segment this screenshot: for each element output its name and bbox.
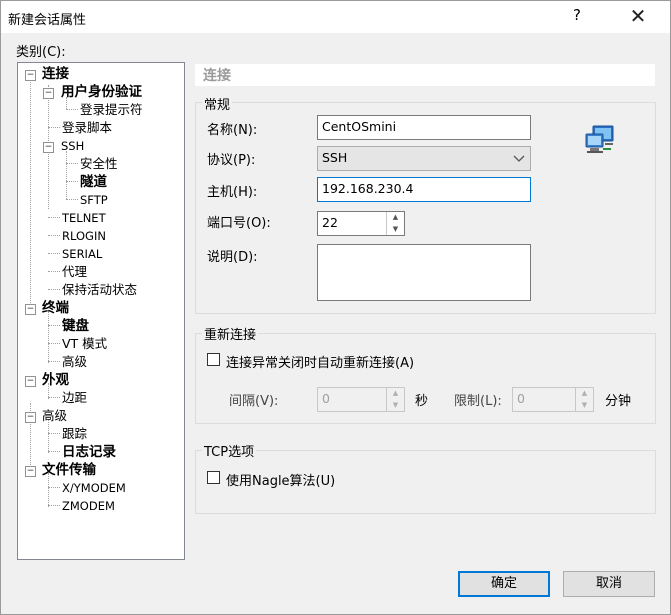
tree-item-logging[interactable]: 日志记录 bbox=[62, 443, 116, 461]
panel-header-bar bbox=[195, 64, 655, 86]
auto-reconnect-label[interactable]: 连接异常关闭时自动重新连接(A) bbox=[226, 352, 414, 371]
tree-item-keepalive[interactable]: 保持活动状态 bbox=[62, 281, 137, 299]
tree-item-trace[interactable]: 跟踪 bbox=[62, 425, 87, 443]
collapse-terminal-icon[interactable]: − bbox=[25, 304, 36, 315]
tree-item-xymodem[interactable]: X/YMODEM bbox=[62, 479, 126, 497]
tree-item-ssh[interactable]: SSH bbox=[61, 137, 84, 155]
tree-item-serial[interactable]: SERIAL bbox=[62, 245, 102, 263]
port-label: 端口号(O): bbox=[207, 216, 271, 231]
limit-label: 限制(L): bbox=[454, 394, 502, 409]
tree-item-connection[interactable]: 连接 bbox=[42, 65, 69, 83]
interval-unit: 秒 bbox=[415, 394, 429, 409]
limit-unit: 分钟 bbox=[605, 394, 632, 409]
tree-item-file-transfer[interactable]: 文件传输 bbox=[42, 461, 96, 479]
interval-label: 间隔(V): bbox=[229, 394, 279, 409]
tree-item-auth[interactable]: 用户身份验证 bbox=[61, 83, 142, 101]
nagle-checkbox[interactable] bbox=[207, 471, 220, 484]
chevron-down-icon bbox=[513, 149, 525, 170]
port-value: 22 bbox=[322, 215, 338, 230]
collapse-advanced-icon[interactable]: − bbox=[25, 412, 36, 423]
category-tree[interactable]: − 连接 − 用户身份验证 登录提示符 登录脚本 − SSH 安全性 隧道 SF… bbox=[17, 62, 185, 560]
collapse-appearance-icon[interactable]: − bbox=[25, 376, 36, 387]
reconnect-legend: 重新连接 bbox=[202, 324, 259, 343]
host-label: 主机(H): bbox=[207, 185, 258, 200]
tree-item-telnet[interactable]: TELNET bbox=[62, 209, 106, 227]
tree-item-keyboard[interactable]: 键盘 bbox=[62, 317, 89, 335]
tree-item-proxy[interactable]: 代理 bbox=[62, 263, 87, 281]
port-spinner[interactable]: 22 ▲ ▼ bbox=[317, 211, 405, 236]
collapse-auth-icon[interactable]: − bbox=[43, 88, 54, 99]
host-field[interactable]: 192.168.230.4 bbox=[317, 177, 531, 202]
window-title: 新建会话属性 bbox=[8, 13, 87, 28]
protocol-label: 协议(P): bbox=[207, 153, 256, 168]
interval-spin-arrows[interactable]: ▲ ▼ bbox=[386, 388, 404, 411]
tree-item-margin[interactable]: 边距 bbox=[62, 389, 87, 407]
protocol-value: SSH bbox=[322, 150, 348, 165]
help-button[interactable]: ? bbox=[573, 6, 581, 24]
tree-item-sftp[interactable]: SFTP bbox=[80, 191, 108, 209]
port-spin-arrows[interactable]: ▲ ▼ bbox=[386, 212, 404, 235]
close-button[interactable]: ✕ bbox=[619, 1, 657, 31]
limit-value: 0 bbox=[517, 391, 525, 406]
ok-button[interactable]: 确定 bbox=[458, 571, 550, 597]
description-field[interactable] bbox=[317, 244, 531, 301]
name-label: 名称(N): bbox=[207, 123, 258, 138]
tree-item-login-script[interactable]: 登录脚本 bbox=[62, 119, 112, 137]
auto-reconnect-checkbox[interactable] bbox=[207, 353, 220, 366]
panel-header: 连接 bbox=[203, 68, 231, 84]
tree-item-zmodem[interactable]: ZMODEM bbox=[62, 497, 115, 515]
collapse-file-transfer-icon[interactable]: − bbox=[25, 466, 36, 477]
name-field[interactable]: CentOSmini bbox=[317, 115, 531, 140]
tcp-legend: TCP选项 bbox=[202, 441, 257, 460]
tree-item-terminal[interactable]: 终端 bbox=[42, 299, 69, 317]
tree-item-tunnel[interactable]: 隧道 bbox=[80, 173, 107, 191]
interval-spinner[interactable]: 0 ▲ ▼ bbox=[317, 387, 405, 412]
tree-item-advanced-root[interactable]: 高级 bbox=[42, 407, 67, 425]
collapse-connection-icon[interactable]: − bbox=[25, 70, 36, 81]
title-bar: 新建会话属性 ? ✕ bbox=[1, 1, 670, 33]
description-label: 说明(D): bbox=[207, 250, 258, 265]
network-computer-icon bbox=[583, 123, 617, 157]
tree-item-rlogin[interactable]: RLOGIN bbox=[62, 227, 106, 245]
tree-item-appearance[interactable]: 外观 bbox=[42, 371, 69, 389]
limit-spin-arrows[interactable]: ▲ ▼ bbox=[575, 388, 593, 411]
interval-value: 0 bbox=[322, 391, 330, 406]
tree-item-advanced[interactable]: 高级 bbox=[62, 353, 87, 371]
limit-spinner[interactable]: 0 ▲ ▼ bbox=[512, 387, 594, 412]
nagle-label[interactable]: 使用Nagle算法(U) bbox=[226, 470, 335, 489]
session-properties-dialog: 新建会话属性 ? ✕ 类别(C): − 连接 − 用户身份验证 登录提示符 登录… bbox=[0, 0, 671, 615]
tree-item-login-prompt[interactable]: 登录提示符 bbox=[80, 101, 143, 119]
tree-item-security[interactable]: 安全性 bbox=[80, 155, 118, 173]
category-label: 类别(C): bbox=[16, 45, 66, 60]
tree-item-vt-mode[interactable]: VT 模式 bbox=[62, 335, 107, 353]
general-legend: 常规 bbox=[202, 94, 233, 113]
protocol-select[interactable]: SSH bbox=[317, 146, 531, 171]
collapse-ssh-icon[interactable]: − bbox=[43, 142, 54, 153]
cancel-button[interactable]: 取消 bbox=[563, 571, 655, 597]
